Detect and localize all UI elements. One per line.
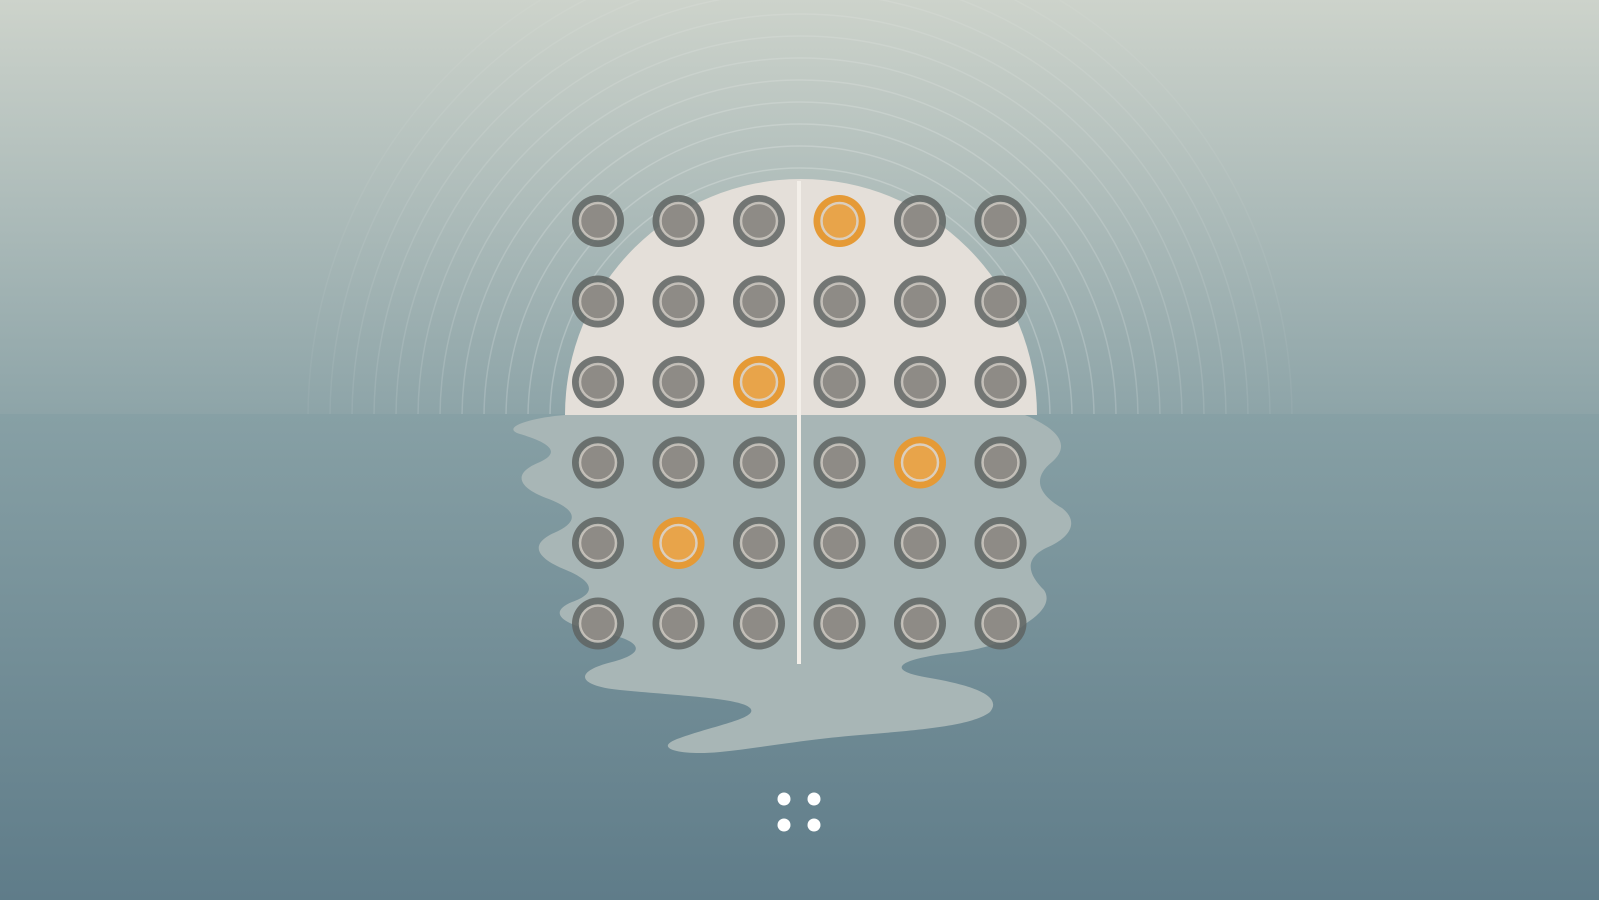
- peg-unlit[interactable]: [572, 597, 624, 650]
- peg-part: [584, 207, 612, 235]
- peg-part: [664, 368, 693, 396]
- peg-unlit[interactable]: [894, 597, 946, 650]
- peg-part: [745, 448, 773, 477]
- peg-unlit[interactable]: [652, 195, 705, 247]
- peg-part: [906, 448, 934, 477]
- peg-part: [664, 609, 693, 638]
- peg-unlit[interactable]: [572, 517, 624, 569]
- peg-unlit[interactable]: [652, 356, 705, 408]
- peg-part: [745, 207, 773, 235]
- menu-button[interactable]: [774, 789, 824, 839]
- peg-part: [986, 368, 1015, 396]
- peg-unlit[interactable]: [813, 597, 866, 650]
- peg-unlit[interactable]: [652, 597, 705, 650]
- peg-part: [906, 529, 934, 557]
- menu-dot: [807, 792, 821, 806]
- peg-unlit[interactable]: [974, 597, 1027, 650]
- menu-dot: [777, 818, 791, 832]
- peg-part: [745, 609, 773, 638]
- peg-part: [825, 287, 854, 316]
- peg-unlit[interactable]: [894, 195, 946, 247]
- peg-part: [584, 448, 612, 477]
- peg-unlit[interactable]: [813, 517, 866, 569]
- peg-part: [825, 368, 854, 396]
- four-dots-menu-icon: [777, 792, 821, 832]
- peg-unlit[interactable]: [572, 275, 624, 328]
- peg-unlit[interactable]: [894, 356, 946, 408]
- peg-part: [664, 207, 693, 235]
- peg-part: [906, 609, 934, 638]
- menu-dot: [807, 818, 821, 832]
- peg-part: [584, 529, 612, 557]
- peg-part: [664, 529, 693, 557]
- peg-lit[interactable]: [733, 356, 785, 408]
- peg-part: [906, 207, 934, 235]
- peg-unlit[interactable]: [652, 436, 705, 489]
- peg-unlit[interactable]: [813, 356, 866, 408]
- peg-unlit[interactable]: [733, 597, 785, 650]
- peg-unlit[interactable]: [572, 436, 624, 489]
- peg-part: [986, 529, 1015, 557]
- peg-part: [745, 368, 773, 396]
- peg-lit[interactable]: [813, 195, 866, 247]
- peg-part: [584, 368, 612, 396]
- peg-part: [825, 609, 854, 638]
- peg-lit[interactable]: [652, 517, 705, 569]
- peg-part: [825, 207, 854, 235]
- peg-part: [986, 609, 1015, 638]
- peg-part: [825, 448, 854, 477]
- peg-part: [986, 207, 1015, 235]
- peg-part: [584, 609, 612, 638]
- menu-dot: [777, 792, 791, 806]
- peg-part: [906, 368, 934, 396]
- peg-unlit[interactable]: [813, 436, 866, 489]
- peg-unlit[interactable]: [652, 275, 705, 328]
- peg-unlit[interactable]: [974, 356, 1027, 408]
- peg-part: [664, 287, 693, 316]
- peg-unlit[interactable]: [974, 517, 1027, 569]
- peg-unlit[interactable]: [733, 436, 785, 489]
- peg-unlit[interactable]: [974, 436, 1027, 489]
- peg-part: [584, 287, 612, 316]
- peg-part: [664, 448, 693, 477]
- peg-part: [825, 529, 854, 557]
- peg-part: [986, 287, 1015, 316]
- peg-unlit[interactable]: [733, 517, 785, 569]
- peg-part: [906, 287, 934, 316]
- peg-part: [745, 287, 773, 316]
- game-scene: [0, 0, 1599, 900]
- peg-part: [745, 529, 773, 557]
- peg-unlit[interactable]: [572, 356, 624, 408]
- peg-part: [986, 448, 1015, 477]
- peg-lit[interactable]: [894, 436, 946, 489]
- peg-unlit[interactable]: [974, 195, 1027, 247]
- peg-unlit[interactable]: [974, 275, 1027, 328]
- peg-unlit[interactable]: [894, 275, 946, 328]
- peg-unlit[interactable]: [894, 517, 946, 569]
- peg-unlit[interactable]: [813, 275, 866, 328]
- peg-unlit[interactable]: [733, 275, 785, 328]
- peg-unlit[interactable]: [733, 195, 785, 247]
- peg-unlit[interactable]: [572, 195, 624, 247]
